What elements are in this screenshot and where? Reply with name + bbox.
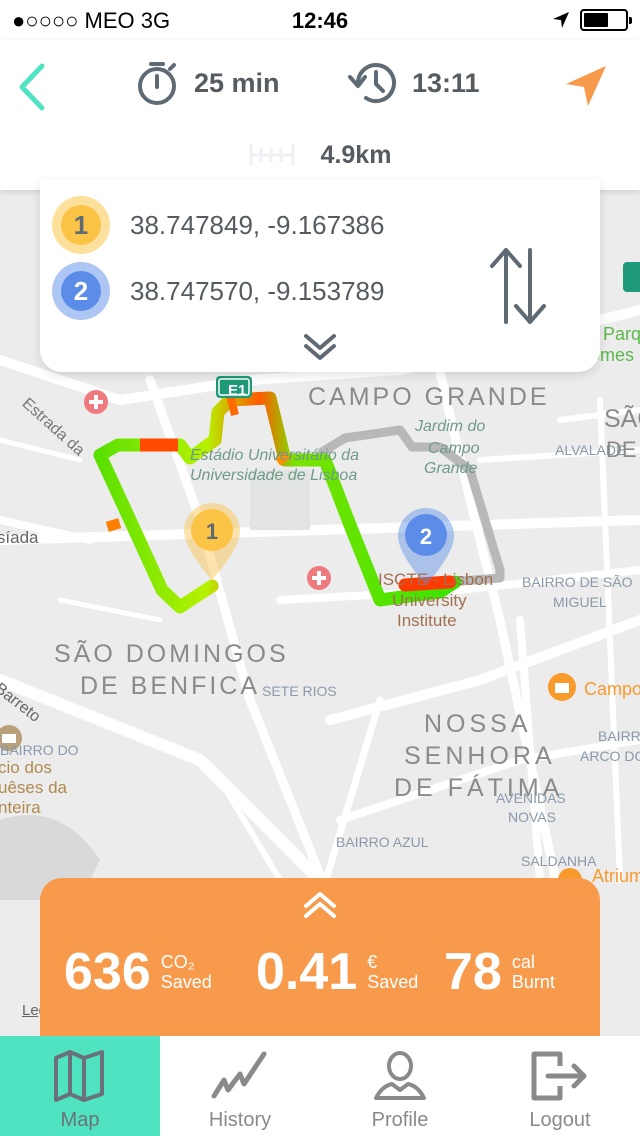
tab-history[interactable]: History <box>160 1036 320 1136</box>
stopwatch-icon <box>138 62 176 105</box>
route-congestion-segment <box>105 518 122 532</box>
trip-stats-card: 636 CO₂ Saved 0.41 € Saved 78 cal Burnt <box>40 878 600 1036</box>
map-label-palacio: uêses da <box>0 778 67 797</box>
map-label-e1: E1 <box>228 382 247 399</box>
waypoint-row-origin[interactable]: 1 38.747849, -9.167386 <box>52 196 384 254</box>
map-label-sao-joao: DE <box>606 437 637 462</box>
navigation-arrow-button[interactable] <box>562 62 610 110</box>
map-label-nossa-senhora: SENHORA <box>404 742 556 770</box>
svg-text:1: 1 <box>206 519 218 544</box>
calories-burnt-stat: 78 cal Burnt <box>444 946 555 998</box>
map-label-jardim: Campo <box>428 440 480 457</box>
map-label-iscte: University <box>392 591 467 610</box>
battery-level <box>584 13 608 27</box>
map-label-bairro-sao-miguel: MIGUEL <box>553 594 607 610</box>
map-road <box>0 515 640 545</box>
calories-label: Burnt <box>511 972 555 992</box>
map-label-bairro-azul: BAIRRO AZUL <box>336 834 429 850</box>
co2-label: Saved <box>160 972 212 992</box>
trip-distance: 4.9km <box>0 140 640 170</box>
co2-saved-stat: 636 CO₂ Saved <box>64 946 212 998</box>
highway-shield-icon <box>623 262 640 292</box>
hospital-icon <box>84 390 108 414</box>
money-unit: € <box>367 952 378 972</box>
map-label-palacio: cio dos <box>0 758 52 777</box>
destination-coordinates: 38.747570, -9.153789 <box>130 275 385 306</box>
arrival-time: 13:11 <box>346 60 480 106</box>
distance-value: 4.9km <box>320 140 392 169</box>
calories-value: 78 <box>444 943 502 1001</box>
waypoints-card: 1 38.747849, -9.167386 2 38.747570, -9.1… <box>40 180 600 372</box>
map-road <box>597 397 623 883</box>
origin-coordinates: 38.747849, -9.167386 <box>130 209 385 240</box>
logout-icon <box>531 1051 587 1101</box>
co2-value: 636 <box>64 943 151 1001</box>
expand-card-button[interactable] <box>298 330 342 364</box>
calories-unit: cal <box>511 952 535 972</box>
waypoint-1-marker: 1 <box>184 503 240 580</box>
money-value: 0.41 <box>256 943 358 1001</box>
waypoint-row-destination[interactable]: 2 38.747570, -9.153789 <box>52 262 384 320</box>
ruler-icon <box>249 144 295 166</box>
tab-profile[interactable]: Profile <box>320 1036 480 1136</box>
user-icon <box>374 1051 426 1100</box>
waypoint-1-badge: 1 <box>52 196 110 254</box>
tab-logout[interactable]: Logout <box>480 1036 640 1136</box>
map-label-jardim: Jardim do <box>415 418 486 435</box>
location-services-icon <box>553 12 569 28</box>
clock: 12:46 <box>291 8 349 33</box>
shopping-icon <box>548 673 576 701</box>
map-label-campo-pequeno: Campo <box>584 679 640 699</box>
map-label-sete-rios: SETE RIOS <box>262 683 337 699</box>
map-label-bairro-arco: BAIRRO <box>598 728 640 744</box>
map-label-avenidas-novas: NOVAS <box>508 809 556 825</box>
back-button[interactable] <box>12 62 52 112</box>
map-label-saldanha: SALDANHA <box>521 853 597 869</box>
map-road <box>57 597 163 623</box>
map-label-palacio: nteira <box>0 798 41 817</box>
map-label-bairro-arco: ARCO DO <box>580 748 640 764</box>
money-saved-stat: 0.41 € Saved <box>256 946 418 998</box>
expand-stats-button[interactable] <box>300 888 340 922</box>
co2-unit: CO₂ <box>160 952 195 972</box>
map-label-avenidas-novas: AVENIDAS <box>496 790 566 806</box>
arrival-time-value: 13:11 <box>412 67 480 98</box>
map-label-sao-domingos: DE BENFICA <box>80 672 261 700</box>
trip-duration: 25 min <box>136 60 280 106</box>
map-label-nossa-senhora: NOSSA <box>424 710 532 738</box>
map-label-lusiada: Lusíada <box>0 528 39 547</box>
map-road <box>316 696 384 904</box>
swap-waypoints-button[interactable] <box>486 246 556 326</box>
chart-line-icon <box>211 1051 267 1099</box>
map-label-estadio: Estádio Universitário da <box>190 447 359 464</box>
map-label-bairro-sao-miguel: BAIRRO DE SÃO <box>522 574 633 590</box>
tab-bar: Map History Profile Logout <box>0 1036 640 1136</box>
tab-map[interactable]: Map <box>0 1036 160 1136</box>
hospital-icon <box>307 566 331 590</box>
battery-icon <box>580 9 632 31</box>
status-bar: ●○○○○ MEO 3G 12:46 <box>0 0 640 40</box>
money-label: Saved <box>367 972 419 992</box>
map-label-iscte: ISCTE - Lisbon <box>378 570 494 589</box>
map-label-estadio: Universidade de Lisboa <box>190 467 358 484</box>
map-label-sao-domingos: SÃO DOMINGOS <box>54 640 289 668</box>
map-label-bairro-do: BAIRRO DO <box>0 742 79 758</box>
trip-header: 25 min 13:11 4.9km <box>0 40 640 190</box>
map-label-jardim: Grande <box>424 460 478 477</box>
duration-value: 25 min <box>194 67 280 98</box>
history-clock-icon <box>348 63 396 104</box>
waypoint-2-badge: 2 <box>52 262 110 320</box>
svg-text:2: 2 <box>420 524 432 549</box>
map-icon <box>54 1050 104 1102</box>
map-label-parque: Parque <box>603 324 640 344</box>
map-label-atrium: Atrium <box>592 866 640 886</box>
map-label-iscte: Institute <box>397 611 457 630</box>
map-label-sao-joao: SÃO <box>604 405 640 433</box>
map-label-campo-grande: CAMPO GRANDE <box>308 383 550 411</box>
